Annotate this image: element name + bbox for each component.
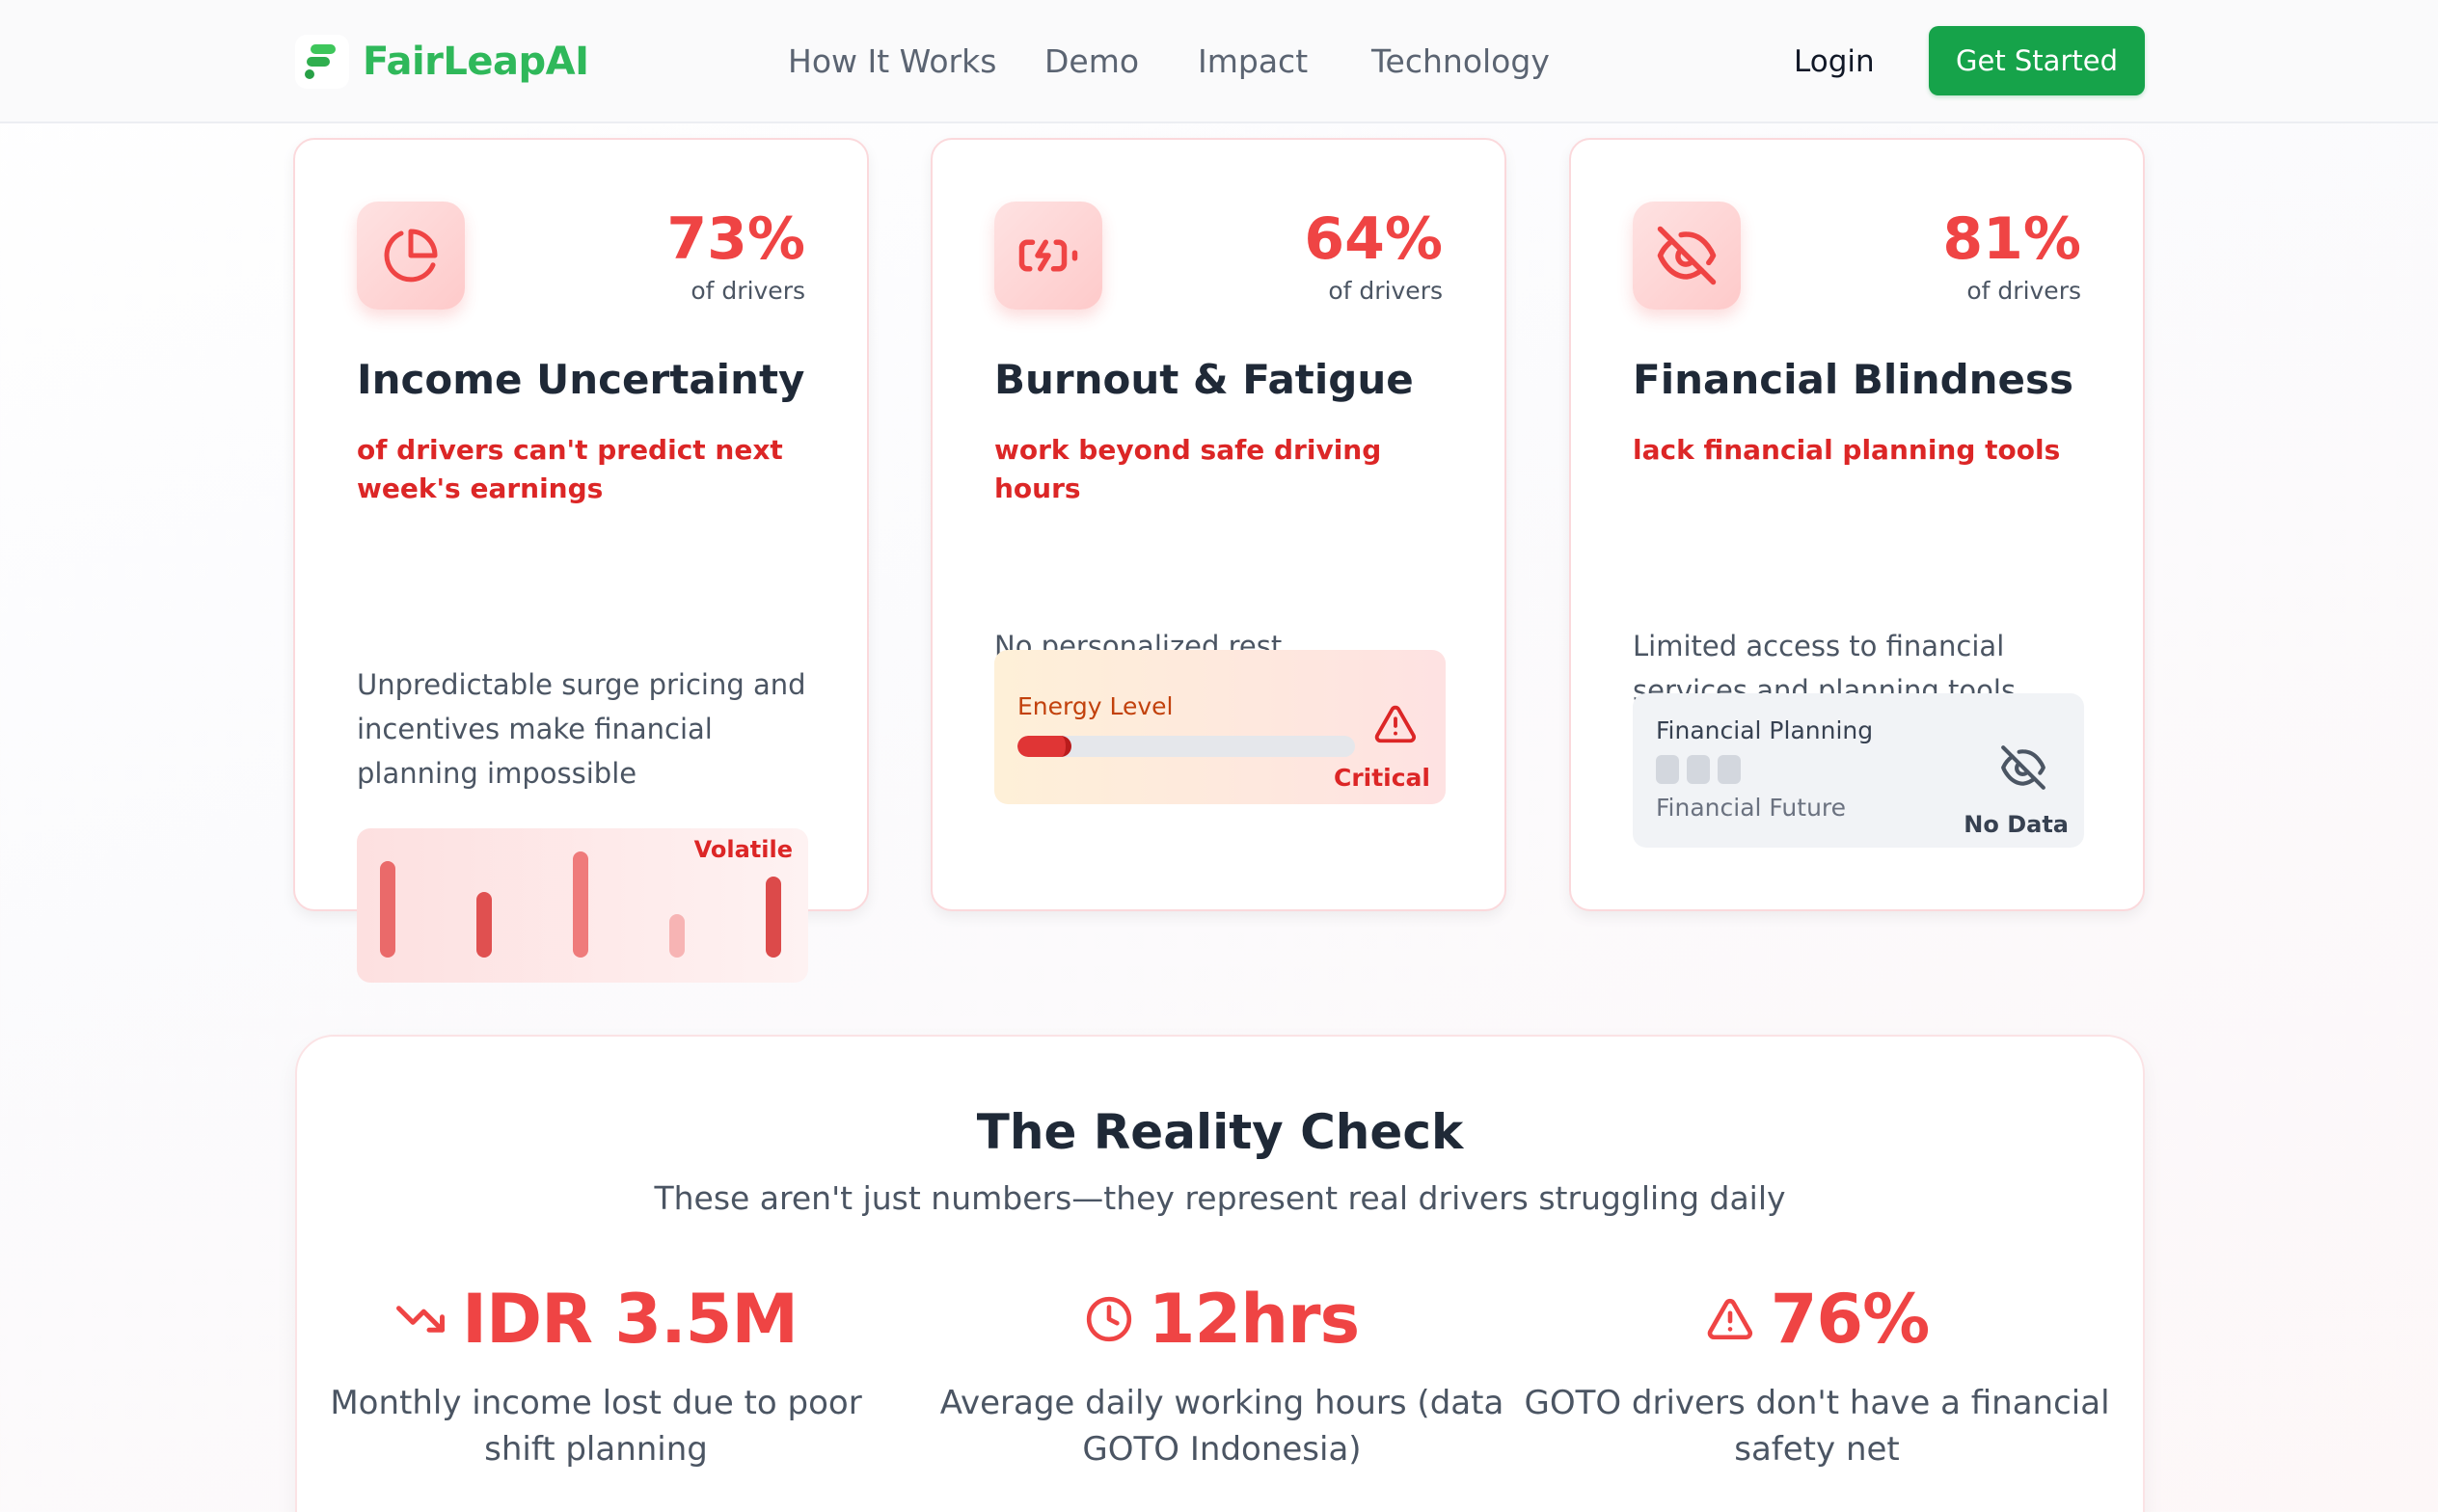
warning-icon [1372,702,1419,750]
card-title: Income Uncertainty [357,356,805,403]
placeholder-block [1687,755,1710,784]
financial-planning-label: Financial Planning [1656,716,1874,744]
brand-name: FairLeapAI [363,40,589,84]
financial-planning-widget: Financial Planning Financial Future No D… [1633,693,2084,848]
volatility-bar [669,914,685,958]
pie-chart-icon [357,202,465,310]
no-data-status: No Data [1964,811,2069,838]
stat-value: IDR 3.5M [461,1280,799,1359]
financial-future-label: Financial Future [1656,794,1847,822]
trending-down-icon [394,1293,447,1345]
nav-demo[interactable]: Demo [1044,39,1139,85]
nav-technology[interactable]: Technology [1371,39,1550,85]
stat-percentage: 64% [1304,205,1443,273]
stat-description: Average daily working hours (data GOTO I… [939,1384,1504,1469]
energy-level-widget: Energy Level Critical [994,650,1446,804]
card-title: Burnout & Fatigue [994,356,1414,403]
stat-value: 12hrs [1148,1280,1360,1359]
section-subtitle: These aren't just numbers—they represent… [654,1179,1786,1217]
volatility-bar [380,861,395,958]
stat-value: 76% [1770,1280,1931,1359]
stat-percentage: 73% [666,205,805,273]
volatility-label: Volatile [693,836,793,863]
reality-stat-safety-net: 76% GOTO drivers don't have a financial … [1518,1278,2116,1472]
eye-off-icon [1999,743,2047,796]
card-highlight: work beyond safe driving hours [994,434,1382,504]
clock-icon [1085,1295,1133,1343]
top-navbar: FairLeapAI How It Works Demo Impact Tech… [0,0,2438,123]
card-title: Financial Blindness [1633,356,2074,403]
section-title: The Reality Check [976,1104,1464,1160]
reality-check-section: The Reality Check These aren't just numb… [295,1035,2145,1512]
volatility-chart: Volatile [357,828,808,983]
battery-charging-icon [994,202,1102,310]
stat-description: GOTO drivers don't have a financial safe… [1524,1384,2110,1469]
brand-logo[interactable]: FairLeapAI [295,35,589,89]
nav-how-it-works[interactable]: How It Works [788,39,996,85]
alert-triangle-icon [1705,1295,1755,1343]
login-link[interactable]: Login [1794,39,1875,85]
stat-caption: of drivers [691,277,805,305]
placeholder-block [1718,755,1741,784]
volatility-bar [766,877,781,958]
card-description: Unpredictable surge pricing and incentiv… [357,668,806,790]
problem-card-financial: 81% of drivers Financial Blindness lack … [1569,138,2145,911]
problem-card-burnout: 64% of drivers Burnout & Fatigue work be… [931,138,1506,911]
stat-caption: of drivers [1328,277,1443,305]
reality-stat-hours: 12hrs Average daily working hours (data … [923,1278,1521,1472]
problem-card-income: 73% of drivers Income Uncertainty of dri… [293,138,869,983]
card-highlight: of drivers can't predict next week's ear… [357,434,783,504]
stat-caption: of drivers [1966,277,2081,305]
energy-bar-fill [1017,736,1071,757]
nav-impact[interactable]: Impact [1198,39,1308,85]
energy-bar [1017,736,1355,757]
volatility-bar [573,851,588,958]
energy-label: Energy Level [1017,692,1174,720]
volatility-bar [476,892,492,958]
stat-percentage: 81% [1942,205,2081,273]
card-highlight: lack financial planning tools [1633,434,2061,466]
stat-description: Monthly income lost due to poor shift pl… [330,1384,862,1469]
placeholder-block [1656,755,1679,784]
energy-status: Critical [1333,764,1430,792]
get-started-button[interactable]: Get Started [1929,26,2145,95]
eye-off-icon [1633,202,1741,310]
logo-icon [295,35,349,89]
reality-stat-income: IDR 3.5M Monthly income lost due to poor… [297,1278,895,1472]
